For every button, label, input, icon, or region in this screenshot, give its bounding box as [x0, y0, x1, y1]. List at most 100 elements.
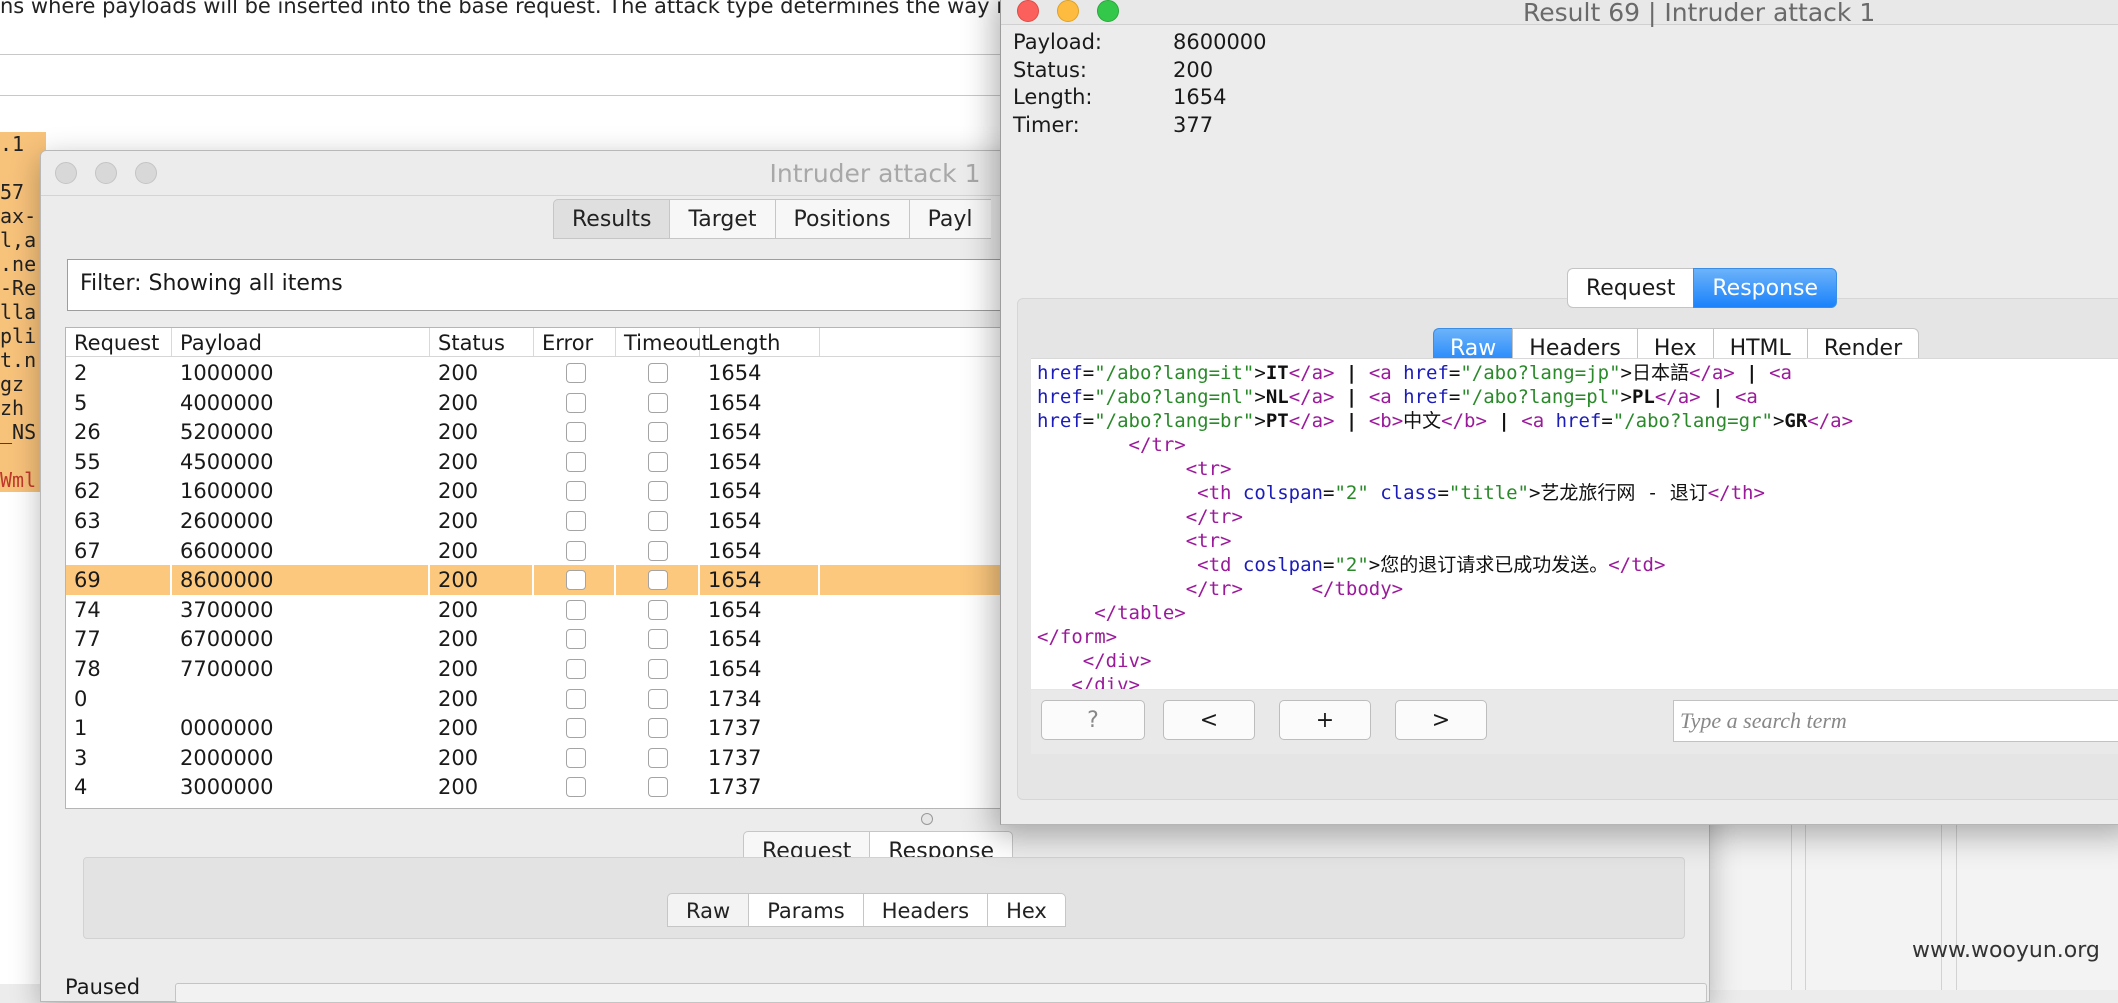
minimize-button[interactable] [1057, 0, 1079, 22]
code-token: colspan [1242, 482, 1323, 504]
code-token: </th> [1707, 482, 1765, 504]
tab-raw[interactable]: Raw [667, 893, 749, 927]
code-fragment: -Re [0, 276, 37, 300]
code-token: </div> [1082, 650, 1152, 672]
cell-request: 5 [74, 390, 88, 415]
timeout-checkbox[interactable] [648, 363, 668, 383]
error-checkbox[interactable] [566, 747, 586, 768]
error-checkbox[interactable] [566, 392, 586, 413]
code-line: href="/abo?lang=nl">NL</a> | <a href="/a… [1037, 385, 1758, 409]
window-title: Result 69 | Intruder attack 1 [1523, 0, 1876, 27]
code-token: = [1082, 386, 1095, 408]
timeout-checkbox[interactable] [648, 747, 668, 768]
tab-request[interactable]: Request [1567, 268, 1694, 308]
error-checkbox[interactable] [566, 540, 586, 561]
timeout-checkbox[interactable] [648, 511, 668, 531]
maximize-button[interactable] [1097, 0, 1119, 22]
timeout-checkbox[interactable] [648, 777, 668, 798]
cell-length: 1734 [708, 686, 762, 711]
timeout-checkbox[interactable] [648, 392, 668, 413]
code-token: | [1334, 362, 1369, 384]
cell-payload: 6600000 [180, 538, 274, 563]
code-token: = [1323, 482, 1335, 504]
info-value: 1654 [1173, 85, 1227, 109]
code-fragment: l,a [0, 228, 37, 252]
help-button[interactable]: ? [1041, 700, 1145, 740]
cell-payload: 5200000 [180, 420, 274, 445]
error-checkbox[interactable] [566, 718, 586, 739]
code-fragment: gz [0, 372, 25, 396]
info-value: 200 [1173, 57, 1214, 82]
code-token: | [1334, 386, 1369, 408]
timeout-checkbox[interactable] [648, 451, 668, 472]
code-token: "2" [1334, 482, 1369, 504]
column-header-error[interactable]: Error [534, 328, 616, 356]
tab-params[interactable]: Params [748, 893, 863, 927]
error-checkbox[interactable] [566, 659, 586, 679]
code-token: "/abo?lang=it" [1094, 362, 1255, 384]
code-token: >日本語 [1620, 362, 1689, 384]
code-fragment: ax- [0, 204, 37, 228]
column-header-status[interactable]: Status [430, 328, 534, 356]
code-token: NL [1265, 386, 1289, 408]
error-checkbox[interactable] [566, 511, 586, 531]
tab-response[interactable]: Response [1693, 268, 1838, 308]
previous-button[interactable]: < [1163, 700, 1255, 740]
code-fragment: lla [0, 300, 37, 324]
error-checkbox[interactable] [566, 599, 586, 620]
cell-length: 1737 [708, 745, 762, 770]
code-token: <a [1769, 362, 1792, 384]
timeout-checkbox[interactable] [648, 540, 668, 561]
add-button[interactable]: + [1279, 700, 1371, 740]
code-token: = [1323, 554, 1335, 576]
background-input-field[interactable] [0, 54, 1060, 96]
error-checkbox[interactable] [566, 629, 586, 650]
response-raw-viewer[interactable]: href="/abo?lang=it">IT</a> | <a href="/a… [1031, 358, 2118, 689]
timeout-checkbox[interactable] [648, 599, 668, 620]
tab-target[interactable]: Target [669, 199, 775, 239]
cell-status: 200 [438, 390, 479, 415]
code-token: "/abo?lang=gr" [1612, 410, 1773, 432]
timeout-checkbox[interactable] [648, 481, 668, 502]
code-line: </div> [1037, 673, 1140, 689]
tab-results[interactable]: Results [553, 199, 670, 239]
timeout-checkbox[interactable] [648, 718, 668, 739]
column-header-length[interactable]: Length [700, 328, 820, 356]
tab-positions[interactable]: Positions [774, 199, 909, 239]
timeout-checkbox[interactable] [648, 659, 668, 679]
error-checkbox[interactable] [566, 363, 586, 383]
tab-payl[interactable]: Payl [908, 199, 991, 239]
column-header-request[interactable]: Request [66, 328, 172, 356]
code-fragment: .ne [0, 252, 37, 276]
tab-hex[interactable]: Hex [987, 893, 1066, 927]
code-token: "title" [1448, 482, 1529, 504]
code-fragment: 57 [0, 180, 25, 204]
next-button[interactable]: > [1395, 700, 1487, 740]
cell-status: 200 [438, 509, 479, 533]
timeout-checkbox[interactable] [648, 629, 668, 650]
code-token: 中文 [1403, 410, 1442, 432]
splitter-handle[interactable] [921, 813, 933, 825]
error-checkbox[interactable] [566, 451, 586, 472]
column-header-payload[interactable]: Payload [172, 328, 430, 356]
timeout-checkbox[interactable] [648, 422, 668, 443]
timeout-checkbox[interactable] [648, 570, 668, 591]
error-checkbox[interactable] [566, 481, 586, 502]
code-token: </td> [1608, 554, 1666, 576]
tab-headers[interactable]: Headers [862, 893, 988, 927]
close-button[interactable] [1017, 0, 1039, 22]
column-header-timeout[interactable]: Timeout [616, 328, 710, 356]
timeout-checkbox[interactable] [648, 688, 668, 709]
error-checkbox[interactable] [566, 570, 586, 591]
cell-request: 77 [74, 627, 101, 652]
error-checkbox[interactable] [566, 777, 586, 798]
error-checkbox[interactable] [566, 422, 586, 443]
code-line: </tr> </tbody> [1037, 577, 1403, 601]
error-checkbox[interactable] [566, 688, 586, 709]
search-input[interactable]: Type a search term [1673, 700, 2118, 742]
